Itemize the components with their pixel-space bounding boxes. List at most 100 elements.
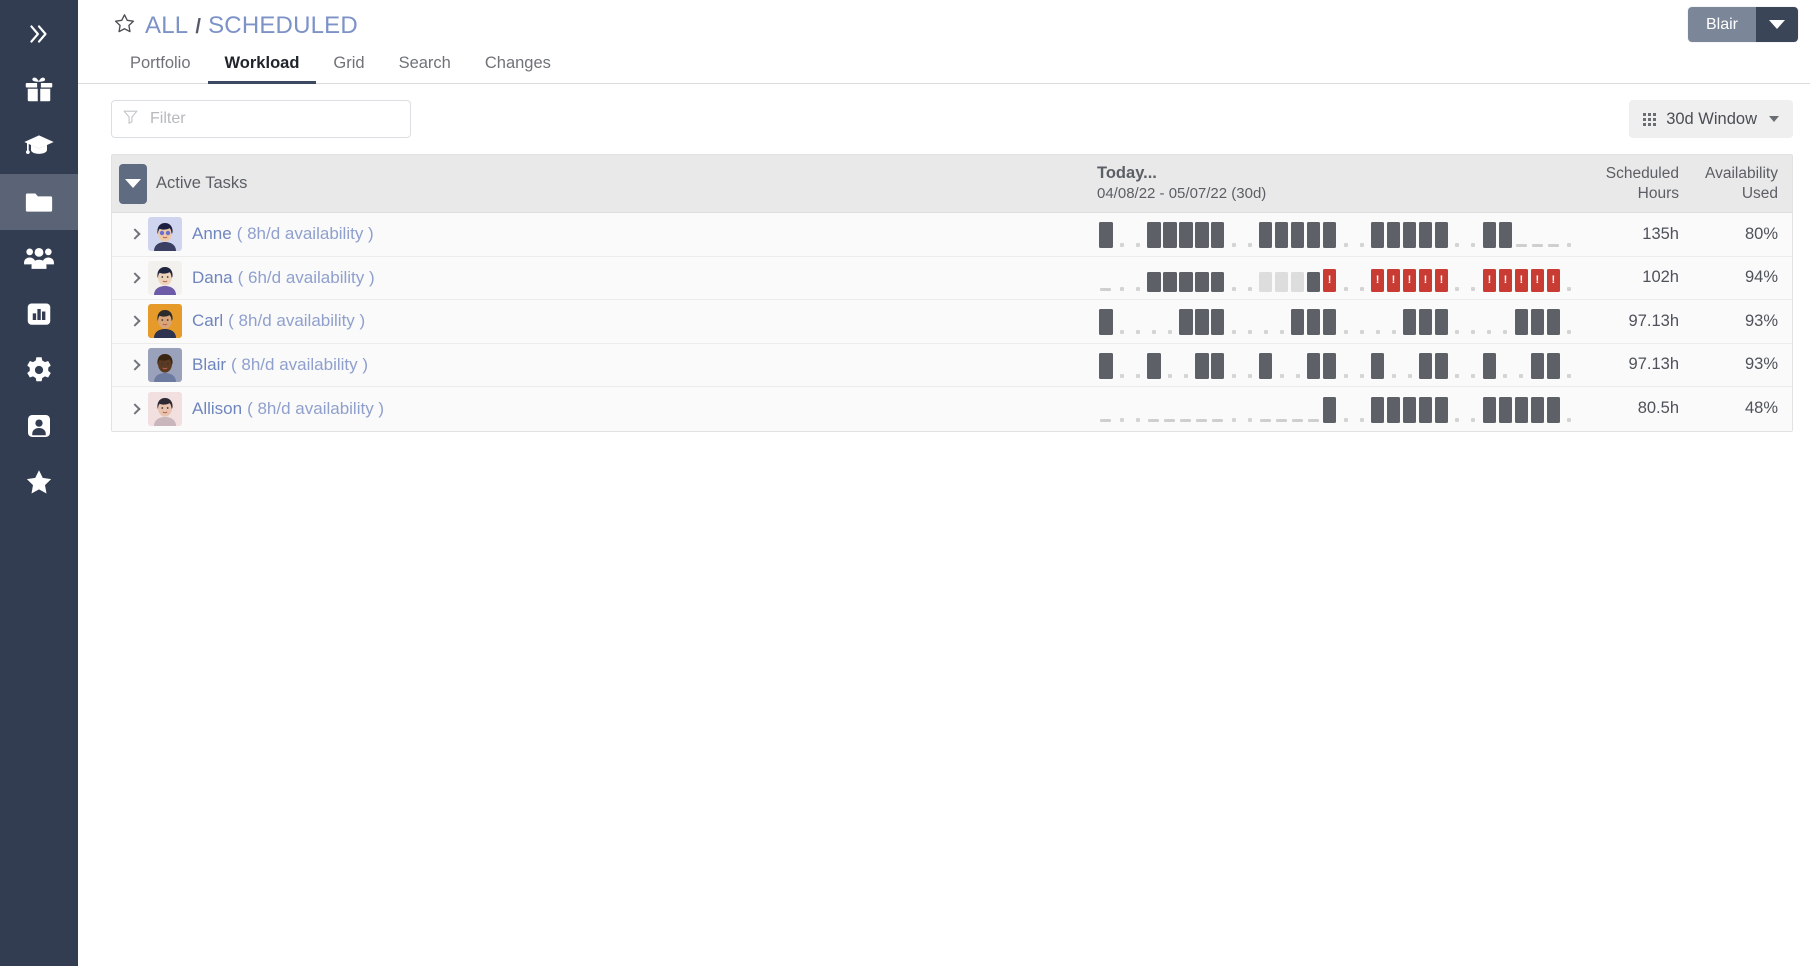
day-cell[interactable]	[1402, 220, 1417, 249]
person-name-link[interactable]: Blair	[192, 355, 226, 375]
day-cell[interactable]	[1563, 264, 1577, 292]
day-cell[interactable]	[1147, 307, 1161, 335]
day-cell[interactable]	[1531, 220, 1545, 248]
breadcrumb-root[interactable]: ALL	[145, 12, 188, 40]
day-cell[interactable]	[1355, 220, 1369, 248]
day-cell[interactable]	[1339, 351, 1353, 379]
tab-workload[interactable]: Workload	[207, 54, 317, 84]
person-name-link[interactable]: Carl	[192, 311, 223, 331]
day-cell[interactable]	[1210, 351, 1225, 379]
tab-search[interactable]: Search	[382, 54, 468, 85]
day-cell[interactable]	[1291, 351, 1305, 379]
day-cell[interactable]	[1370, 220, 1385, 249]
day-cell[interactable]: !	[1402, 264, 1417, 292]
day-cell[interactable]	[1243, 264, 1257, 292]
day-cell[interactable]	[1306, 351, 1321, 379]
day-cell[interactable]	[1243, 351, 1257, 379]
day-cell[interactable]	[1243, 307, 1257, 335]
sidebar-item-projects[interactable]	[0, 174, 78, 230]
day-cell[interactable]	[1402, 395, 1417, 423]
day-cell[interactable]	[1467, 351, 1481, 379]
day-cell[interactable]	[1210, 307, 1225, 336]
day-cell[interactable]	[1243, 395, 1257, 423]
day-cell[interactable]	[1563, 307, 1577, 335]
table-row[interactable]: Anne( 8h/d availability ) 135h 80%	[112, 213, 1792, 257]
day-cell[interactable]: !	[1322, 264, 1337, 292]
group-collapse-button[interactable]	[119, 163, 147, 204]
day-cell[interactable]	[1371, 307, 1385, 335]
table-row[interactable]: Dana( 6h/d availability )!!!!!!!!!!! 102h…	[112, 256, 1792, 300]
day-cell[interactable]	[1322, 395, 1337, 423]
day-cell[interactable]	[1306, 220, 1321, 249]
day-cell[interactable]	[1322, 307, 1337, 336]
day-cell[interactable]	[1355, 307, 1369, 335]
sidebar-item-gifts[interactable]	[0, 62, 78, 118]
day-cell[interactable]	[1227, 351, 1241, 379]
day-cell[interactable]	[1451, 351, 1465, 379]
day-cell[interactable]	[1499, 307, 1513, 335]
day-cell[interactable]	[1274, 264, 1289, 292]
tab-changes[interactable]: Changes	[468, 54, 568, 85]
day-cell[interactable]	[1291, 395, 1305, 423]
day-cell[interactable]: !	[1370, 264, 1385, 292]
day-cell[interactable]: !	[1546, 264, 1561, 292]
day-cell[interactable]	[1178, 264, 1193, 292]
day-cell[interactable]	[1563, 395, 1577, 423]
day-cell[interactable]	[1306, 307, 1321, 336]
person-name-link[interactable]: Anne	[192, 224, 232, 244]
user-menu-caret[interactable]	[1756, 7, 1798, 42]
row-expand-button[interactable]	[124, 309, 148, 333]
day-cell[interactable]	[1322, 220, 1337, 249]
day-cell[interactable]	[1258, 351, 1273, 379]
day-cell[interactable]	[1290, 264, 1305, 292]
table-row[interactable]: Allison( 8h/d availability ) 80.5h 48%	[112, 387, 1792, 431]
day-cell[interactable]: !	[1418, 264, 1433, 292]
day-cell[interactable]	[1467, 395, 1481, 423]
day-cell[interactable]	[1467, 264, 1481, 292]
day-cell[interactable]	[1115, 264, 1129, 292]
day-cell[interactable]	[1099, 307, 1113, 336]
person-name-link[interactable]: Allison	[192, 399, 242, 419]
day-cell[interactable]	[1290, 307, 1305, 336]
day-cell[interactable]	[1179, 395, 1193, 423]
day-cell[interactable]	[1418, 395, 1433, 423]
day-cell[interactable]	[1403, 351, 1417, 379]
day-cell[interactable]	[1259, 395, 1273, 423]
row-expand-button[interactable]	[124, 353, 148, 377]
day-cell[interactable]	[1387, 351, 1401, 379]
day-cell[interactable]: !	[1514, 264, 1529, 292]
day-cell[interactable]	[1210, 220, 1225, 249]
day-cell[interactable]	[1467, 220, 1481, 248]
day-cell[interactable]	[1322, 351, 1337, 379]
day-cell[interactable]	[1227, 395, 1241, 423]
day-cell[interactable]	[1194, 307, 1209, 336]
day-cell[interactable]	[1451, 307, 1465, 335]
day-cell[interactable]	[1434, 395, 1449, 423]
day-cell[interactable]	[1178, 220, 1193, 249]
day-cell[interactable]	[1530, 395, 1545, 423]
day-cell[interactable]	[1434, 220, 1449, 249]
day-cell[interactable]	[1131, 264, 1145, 292]
table-row[interactable]: Carl( 8h/d availability ) 97.13h 93%	[112, 300, 1792, 344]
day-cell[interactable]	[1146, 220, 1161, 249]
day-cell[interactable]	[1418, 351, 1433, 379]
day-cell[interactable]	[1434, 351, 1449, 379]
day-cell[interactable]	[1563, 220, 1577, 248]
day-cell[interactable]	[1370, 351, 1385, 379]
day-cell[interactable]	[1339, 307, 1353, 335]
day-cell[interactable]: !	[1482, 264, 1497, 292]
day-cell[interactable]: !	[1530, 264, 1545, 292]
filter-box[interactable]	[111, 100, 411, 138]
sidebar-item-favorites[interactable]	[0, 454, 78, 510]
day-cell[interactable]	[1099, 220, 1113, 249]
day-cell[interactable]	[1498, 395, 1513, 423]
day-cell[interactable]	[1307, 395, 1321, 423]
table-row[interactable]: Blair( 8h/d availability ) 97.13h 93%	[112, 343, 1792, 387]
sidebar-item-training[interactable]	[0, 118, 78, 174]
day-cell[interactable]: !	[1434, 264, 1449, 292]
day-cell[interactable]	[1163, 351, 1177, 379]
day-cell[interactable]	[1178, 307, 1193, 336]
day-cell[interactable]	[1563, 351, 1577, 379]
day-cell[interactable]	[1339, 264, 1353, 292]
day-cell[interactable]	[1131, 307, 1145, 335]
